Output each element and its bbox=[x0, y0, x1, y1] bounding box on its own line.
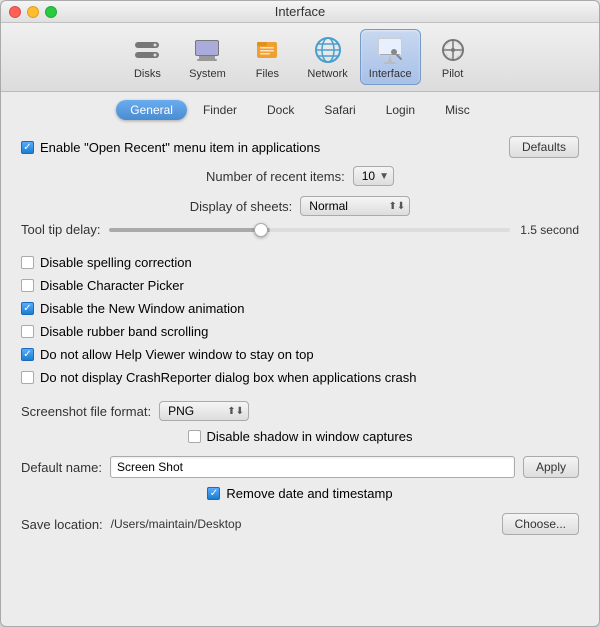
checkbox-0[interactable] bbox=[21, 256, 34, 269]
slider-thumb[interactable] bbox=[254, 223, 268, 237]
tab-dock[interactable]: Dock bbox=[253, 100, 308, 120]
number-of-recent-dropdown[interactable]: 10 ▼ bbox=[353, 166, 394, 186]
toolbar-item-interface[interactable]: Interface bbox=[360, 29, 421, 85]
checkbox-label-0: Disable spelling correction bbox=[40, 255, 192, 270]
toolbar-label-interface: Interface bbox=[369, 68, 412, 80]
toolbar-item-network[interactable]: Network bbox=[299, 30, 355, 84]
display-of-sheets-row: Display of sheets: Normal ⬆⬇ bbox=[21, 196, 579, 216]
default-name-row: Default name: Apply bbox=[21, 456, 579, 478]
default-name-label: Default name: bbox=[21, 460, 102, 475]
remove-date-row: ✓ Remove date and timestamp bbox=[21, 486, 579, 501]
tab-finder[interactable]: Finder bbox=[189, 100, 251, 120]
defaults-button[interactable]: Defaults bbox=[509, 136, 579, 158]
enable-open-recent-checkbox-wrap[interactable]: ✓ Enable "Open Recent" menu item in appl… bbox=[21, 140, 320, 155]
disable-shadow-label: Disable shadow in window captures bbox=[207, 429, 413, 444]
traffic-lights bbox=[9, 6, 57, 18]
save-location-label: Save location: bbox=[21, 517, 103, 532]
toolbar-item-disks[interactable]: Disks bbox=[119, 30, 175, 84]
apply-button[interactable]: Apply bbox=[523, 456, 579, 478]
checkbox-5[interactable] bbox=[21, 371, 34, 384]
checkbox-wrap-4[interactable]: ✓ Do not allow Help Viewer window to sta… bbox=[21, 347, 314, 362]
system-icon bbox=[191, 34, 223, 66]
disable-shadow-checkbox[interactable] bbox=[188, 430, 201, 443]
checkbox-wrap-0[interactable]: Disable spelling correction bbox=[21, 255, 192, 270]
checkbox-row-1: Disable Character Picker bbox=[21, 278, 579, 293]
tab-safari[interactable]: Safari bbox=[310, 100, 369, 120]
screenshot-format-label: Screenshot file format: bbox=[21, 404, 151, 419]
close-button[interactable] bbox=[9, 6, 21, 18]
disable-shadow-checkbox-wrap[interactable]: Disable shadow in window captures bbox=[188, 429, 413, 444]
checkbox-wrap-5[interactable]: Do not display CrashReporter dialog box … bbox=[21, 370, 417, 385]
checkbox-row-5: Do not display CrashReporter dialog box … bbox=[21, 370, 579, 385]
toolbar-item-files[interactable]: Files bbox=[239, 30, 295, 84]
checkbox-label-1: Disable Character Picker bbox=[40, 278, 184, 293]
save-location-value: /Users/maintain/Desktop bbox=[111, 517, 502, 531]
tab-general[interactable]: General bbox=[116, 100, 187, 120]
checkbox-wrap-3[interactable]: Disable rubber band scrolling bbox=[21, 324, 208, 339]
checkbox-label-4: Do not allow Help Viewer window to stay … bbox=[40, 347, 314, 362]
checkbox-row-4: ✓ Do not allow Help Viewer window to sta… bbox=[21, 347, 579, 362]
checkbox-row-2: ✓ Disable the New Window animation bbox=[21, 301, 579, 316]
maximize-button[interactable] bbox=[45, 6, 57, 18]
number-of-recent-row: Number of recent items: 10 ▼ bbox=[21, 166, 579, 186]
files-icon bbox=[251, 34, 283, 66]
enable-open-recent-label: Enable "Open Recent" menu item in applic… bbox=[40, 140, 320, 155]
disks-icon bbox=[131, 34, 163, 66]
toolbar-label-files: Files bbox=[256, 68, 279, 80]
toolbar-label-pilot: Pilot bbox=[442, 68, 463, 80]
choose-button[interactable]: Choose... bbox=[502, 513, 579, 535]
checkbox-label-5: Do not display CrashReporter dialog box … bbox=[40, 370, 417, 385]
display-of-sheets-arrow-icon: ⬆⬇ bbox=[389, 201, 406, 212]
screenshot-format-value: PNG bbox=[168, 404, 194, 418]
enable-open-recent-row: ✓ Enable "Open Recent" menu item in appl… bbox=[21, 136, 579, 158]
number-of-recent-value: 10 bbox=[362, 169, 375, 183]
remove-date-label: Remove date and timestamp bbox=[226, 486, 392, 501]
checkbox-row-3: Disable rubber band scrolling bbox=[21, 324, 579, 339]
interface-icon bbox=[374, 34, 406, 66]
content-area: ✓ Enable "Open Recent" menu item in appl… bbox=[1, 126, 599, 626]
screenshot-format-dropdown[interactable]: PNG ⬆⬇ bbox=[159, 401, 249, 421]
display-of-sheets-value: Normal bbox=[309, 199, 348, 213]
checkbox-wrap-1[interactable]: Disable Character Picker bbox=[21, 278, 184, 293]
checkbox-row-0: Disable spelling correction bbox=[21, 255, 579, 270]
checkbox-label-3: Disable rubber band scrolling bbox=[40, 324, 208, 339]
network-icon bbox=[312, 34, 344, 66]
screenshot-format-arrow-icon: ⬆⬇ bbox=[227, 406, 244, 417]
tool-tip-delay-row: Tool tip delay: 1.5 second bbox=[21, 222, 579, 237]
screenshot-format-row: Screenshot file format: PNG ⬆⬇ bbox=[21, 401, 579, 421]
disable-shadow-row: Disable shadow in window captures bbox=[21, 429, 579, 444]
toolbar-item-pilot[interactable]: Pilot bbox=[425, 30, 481, 84]
remove-date-checkbox-wrap[interactable]: ✓ Remove date and timestamp bbox=[207, 486, 392, 501]
default-name-input[interactable] bbox=[110, 456, 515, 478]
tabs-bar: General Finder Dock Safari Login Misc bbox=[1, 92, 599, 126]
minimize-button[interactable] bbox=[27, 6, 39, 18]
tab-login[interactable]: Login bbox=[372, 100, 429, 120]
toolbar: Disks System Files Network Interface bbox=[1, 23, 599, 92]
number-of-recent-arrow-icon: ▼ bbox=[379, 171, 389, 182]
slider-wrap: 1.5 second bbox=[109, 223, 580, 237]
number-of-recent-label: Number of recent items: bbox=[206, 169, 345, 184]
checkbox-wrap-2[interactable]: ✓ Disable the New Window animation bbox=[21, 301, 244, 316]
checkbox-1[interactable] bbox=[21, 279, 34, 292]
checkbox-3[interactable] bbox=[21, 325, 34, 338]
tool-tip-slider[interactable] bbox=[109, 228, 511, 232]
tool-tip-delay-label: Tool tip delay: bbox=[21, 222, 101, 237]
toolbar-label-disks: Disks bbox=[134, 68, 161, 80]
pilot-icon bbox=[437, 34, 469, 66]
tool-tip-delay-value: 1.5 second bbox=[520, 223, 579, 237]
checkbox-2[interactable]: ✓ bbox=[21, 302, 34, 315]
titlebar: Interface bbox=[1, 1, 599, 23]
enable-open-recent-checkbox[interactable]: ✓ bbox=[21, 141, 34, 154]
tab-misc[interactable]: Misc bbox=[431, 100, 484, 120]
remove-date-checkbox[interactable]: ✓ bbox=[207, 487, 220, 500]
display-of-sheets-dropdown[interactable]: Normal ⬆⬇ bbox=[300, 196, 410, 216]
checkbox-label-2: Disable the New Window animation bbox=[40, 301, 244, 316]
toolbar-label-network: Network bbox=[307, 68, 347, 80]
toolbar-item-system[interactable]: System bbox=[179, 30, 235, 84]
display-of-sheets-label: Display of sheets: bbox=[190, 199, 293, 214]
window-title: Interface bbox=[275, 4, 326, 19]
checkbox-4[interactable]: ✓ bbox=[21, 348, 34, 361]
toolbar-label-system: System bbox=[189, 68, 226, 80]
save-location-row: Save location: /Users/maintain/Desktop C… bbox=[21, 513, 579, 535]
